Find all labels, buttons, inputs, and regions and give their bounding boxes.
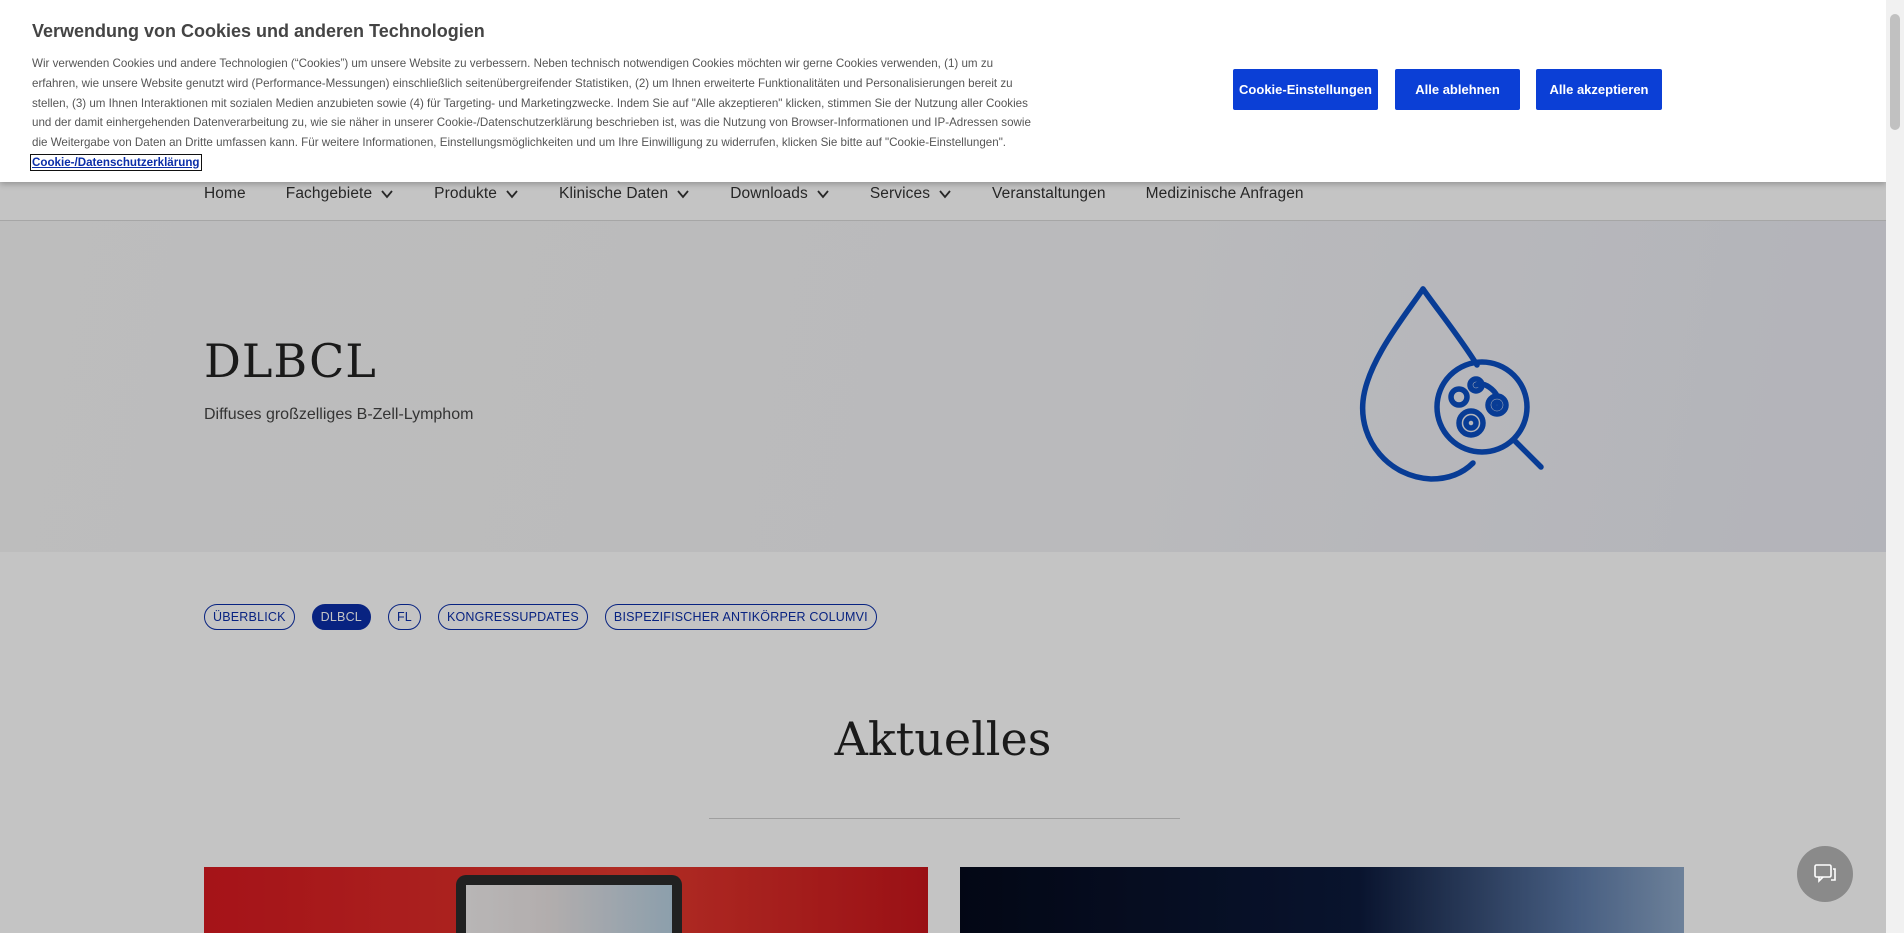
chat-button[interactable] [1797, 846, 1853, 902]
page-scrollbar[interactable] [1886, 0, 1904, 933]
privacy-policy-link[interactable]: Cookie-/Datenschutzerklärung [30, 153, 202, 171]
cookie-banner-body: Wir verwenden Cookies und andere Technol… [32, 57, 1031, 150]
chat-icon [1814, 864, 1836, 883]
cookie-settings-button[interactable]: Cookie-Einstellungen [1233, 69, 1378, 110]
accept-all-button[interactable]: Alle akzeptieren [1536, 69, 1662, 110]
cookie-banner-title: Verwendung von Cookies und anderen Techn… [32, 21, 485, 41]
cookie-banner-text: Wir verwenden Cookies und andere Technol… [30, 54, 1042, 173]
cookie-banner: Verwendung von Cookies und anderen Techn… [0, 0, 1886, 182]
scrollbar-thumb[interactable] [1890, 14, 1900, 130]
reject-all-button[interactable]: Alle ablehnen [1395, 69, 1520, 110]
